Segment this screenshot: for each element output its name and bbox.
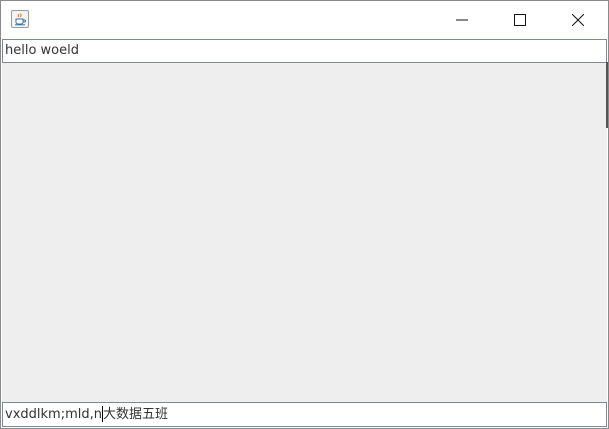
minimize-icon [456, 19, 468, 21]
bottom-text-field-value-after-caret: 大数据五班 [102, 407, 168, 422]
title-bar[interactable] [1, 1, 608, 38]
minimize-button[interactable] [433, 1, 491, 38]
top-text-field[interactable]: hello woeld [2, 39, 607, 63]
content-panel [2, 63, 607, 402]
close-button[interactable] [549, 1, 607, 38]
window-edge-mark [606, 62, 608, 128]
application-window: hello woeld vxddlkm;mld,n大数据五班 [0, 0, 609, 429]
close-icon [572, 14, 584, 26]
bottom-text-field[interactable]: vxddlkm;mld,n大数据五班 [2, 402, 607, 427]
top-text-field-value: hello woeld [5, 43, 79, 58]
maximize-icon [514, 14, 526, 26]
java-coffee-cup-icon[interactable] [11, 10, 29, 28]
maximize-button[interactable] [491, 1, 549, 38]
bottom-text-field-value-before-caret: vxddlkm;mld,n [5, 407, 102, 422]
